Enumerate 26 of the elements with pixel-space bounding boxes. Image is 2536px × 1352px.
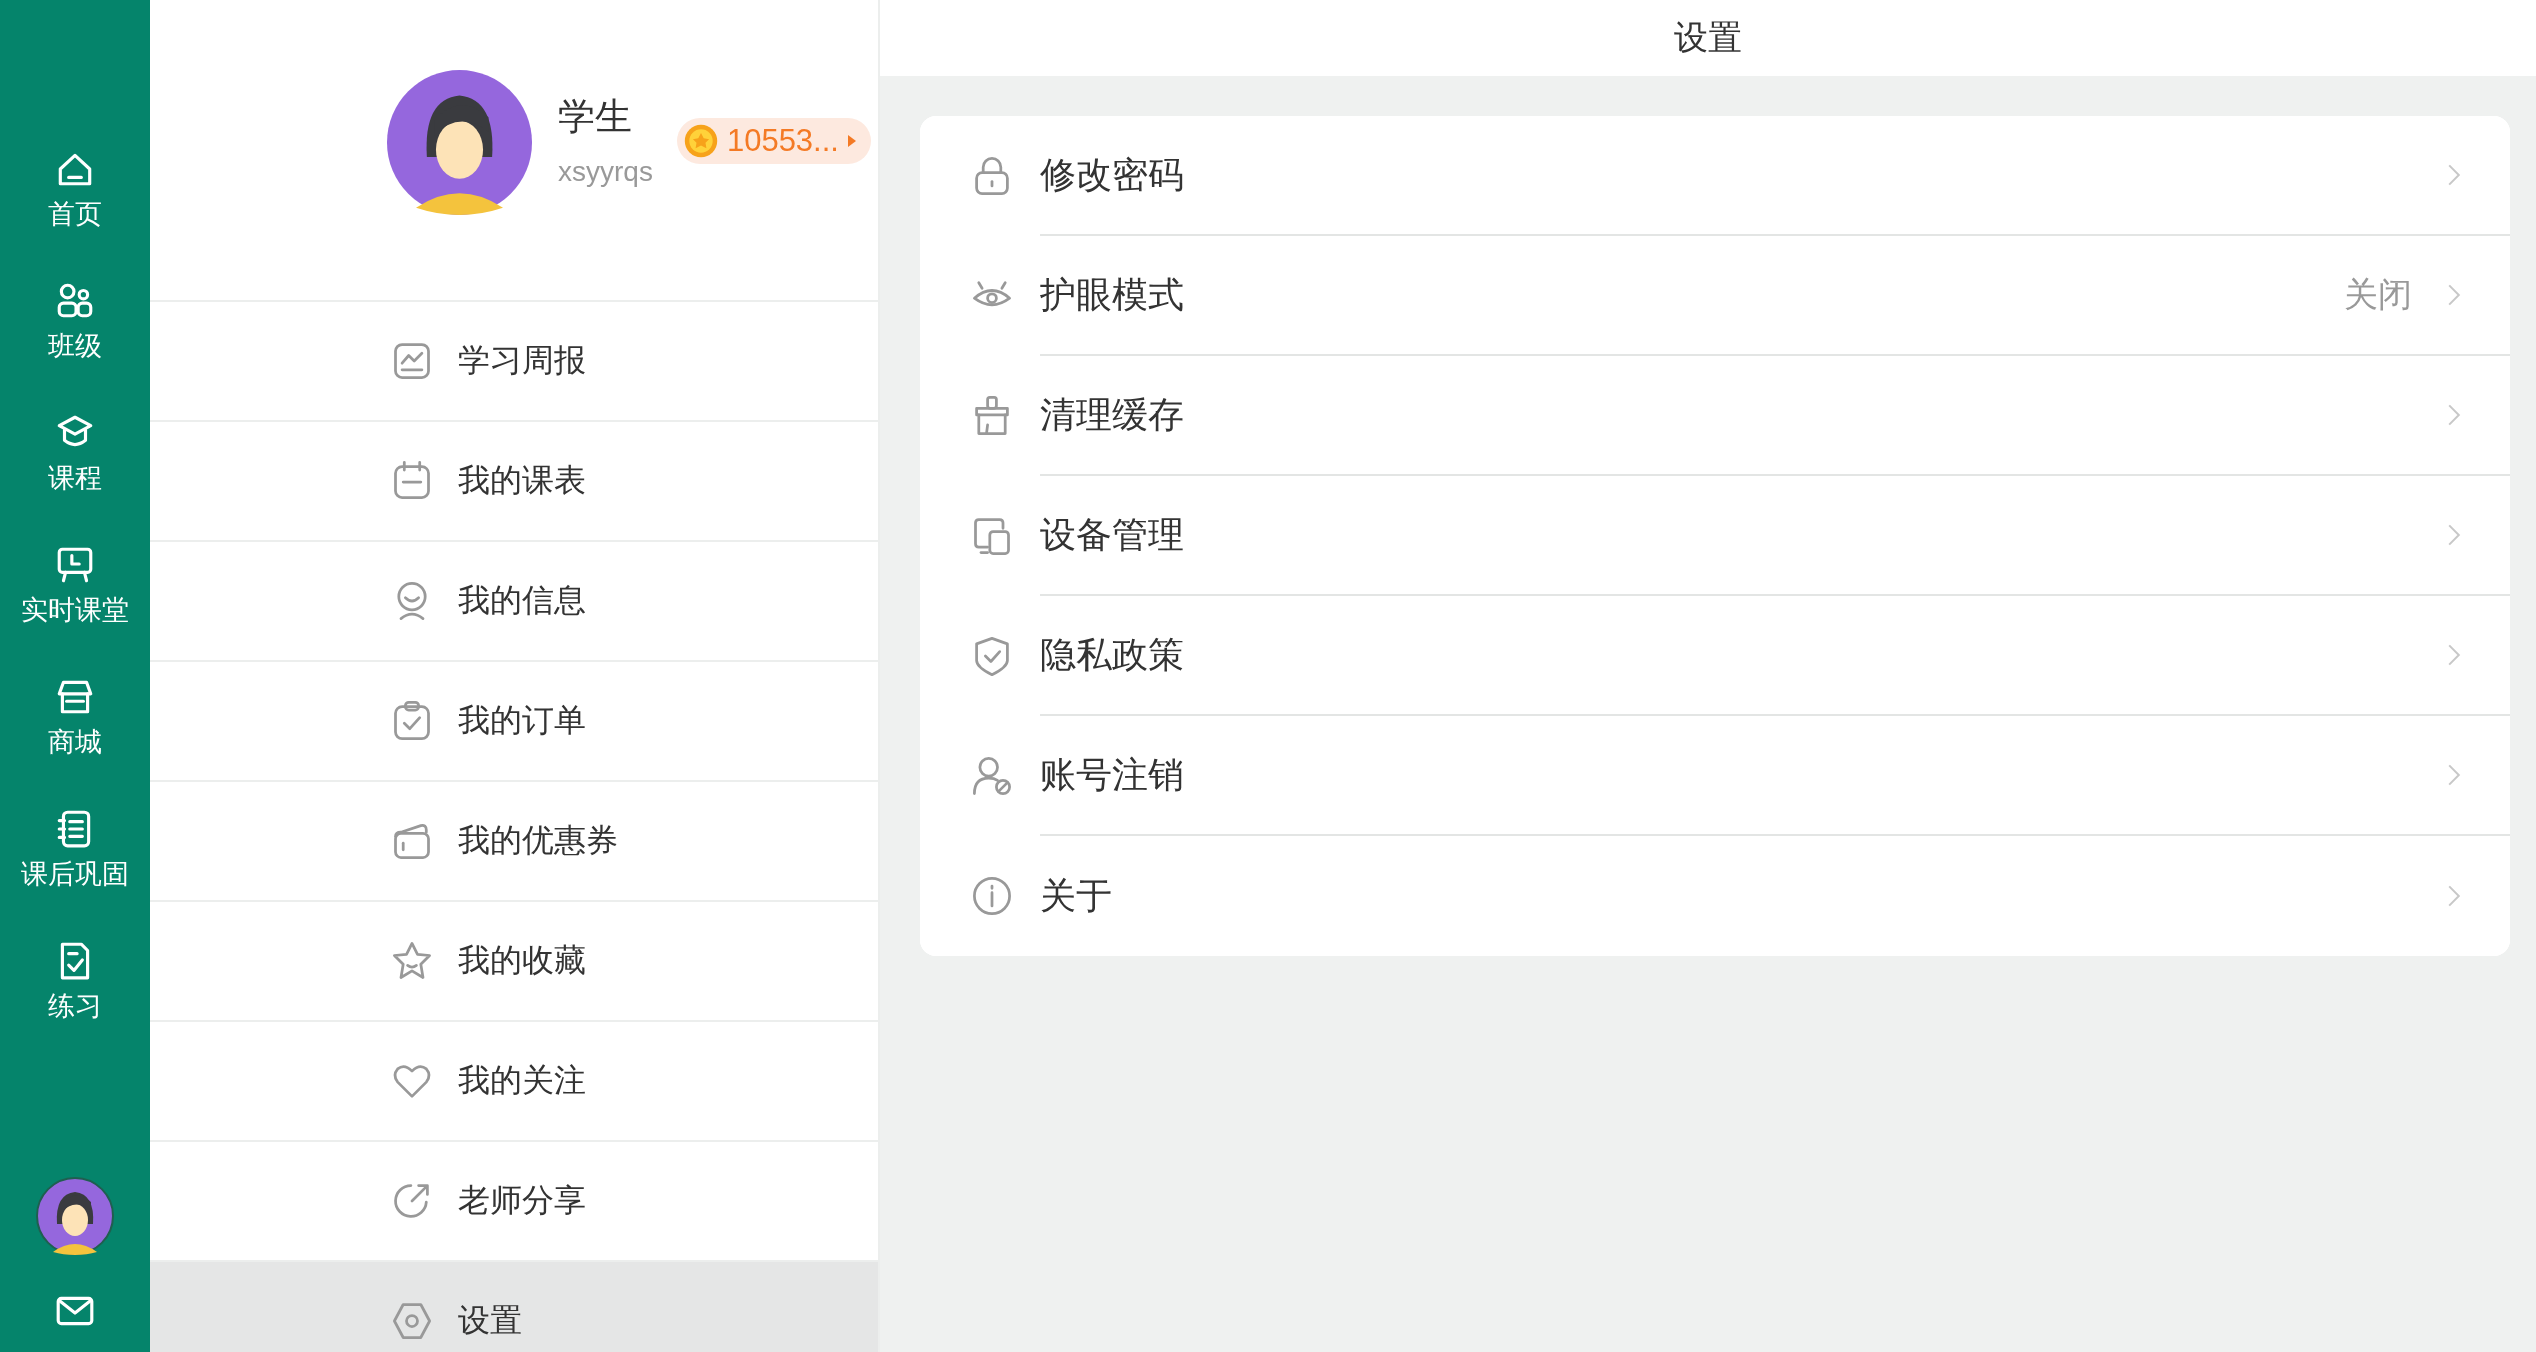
nav-item[interactable]: 首页 xyxy=(0,148,150,280)
chevron-right-icon xyxy=(2446,162,2462,188)
nav-item[interactable]: 课程 xyxy=(0,412,150,544)
user-block-icon xyxy=(970,754,1014,798)
avatar-icon xyxy=(387,70,532,215)
info-icon xyxy=(970,874,1014,918)
nav-item[interactable]: 练习 xyxy=(0,940,150,1072)
chevron-right-icon xyxy=(2446,883,2462,909)
menu-item[interactable]: 设置 xyxy=(150,1262,878,1352)
chevron-right-icon xyxy=(2446,402,2462,428)
nav-item[interactable]: 商城 xyxy=(0,676,150,808)
chevron-right-icon xyxy=(2446,282,2462,308)
chevron-right-icon xyxy=(2446,762,2462,788)
nav-item[interactable]: 课后巩固 xyxy=(0,808,150,940)
chevron-right-icon xyxy=(2446,522,2462,548)
username: xsyyrqs xyxy=(558,156,653,188)
chevron-right-icon xyxy=(2446,642,2462,668)
page-title: 设置 xyxy=(1674,17,1742,58)
settings-item[interactable]: 修改密码 xyxy=(920,116,2510,236)
caret-icon xyxy=(846,133,857,149)
nav-item[interactable]: 实时课堂 xyxy=(0,544,150,676)
avatar-icon[interactable] xyxy=(35,1176,115,1256)
user-name: 学生 xyxy=(558,95,633,139)
coin-icon xyxy=(682,123,719,159)
setting-value: 关闭 xyxy=(2344,274,2412,315)
nav-item[interactable]: 班级 xyxy=(0,280,150,412)
